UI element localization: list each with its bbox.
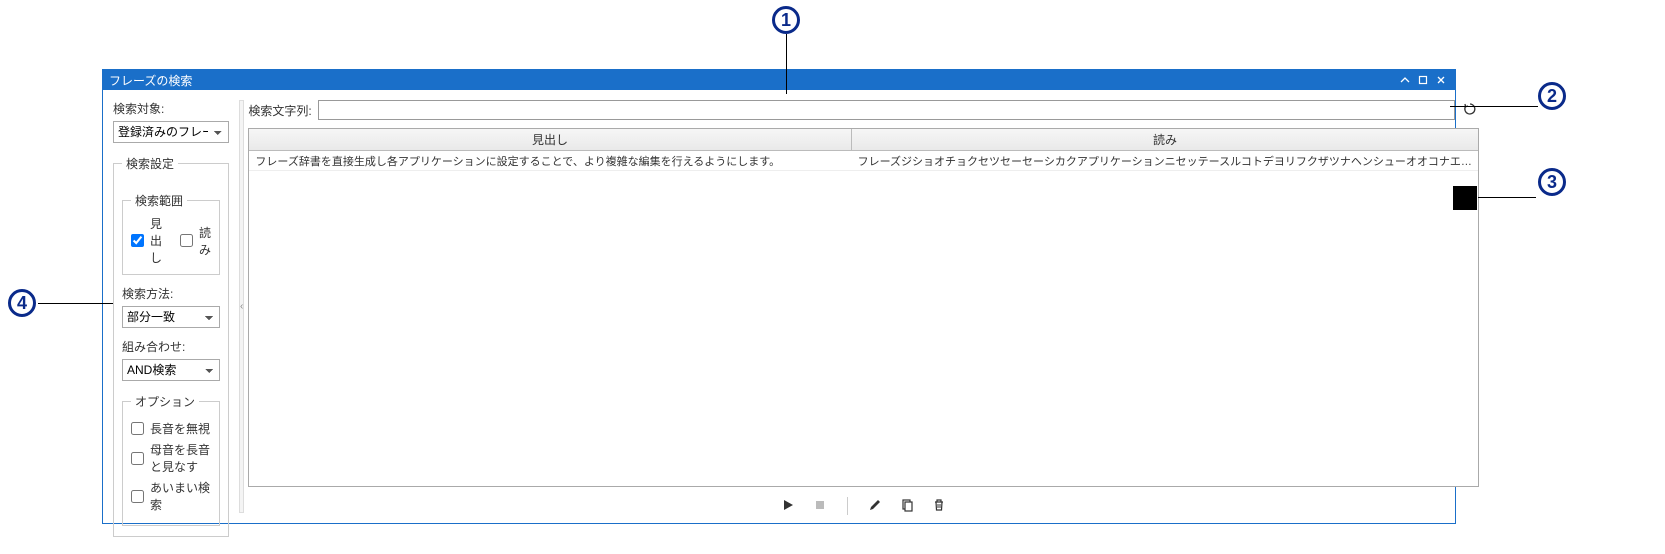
stop-icon	[814, 499, 826, 514]
phrase-search-window: フレーズの検索 検索対象: 登録済みのフレーズ 検索設定 検索範囲	[102, 69, 1456, 524]
callout-number-1: 1	[772, 6, 800, 34]
play-icon	[781, 498, 795, 515]
window-minimize-button[interactable]	[1397, 73, 1413, 87]
scope-midashi-checkbox[interactable]: 見出し	[131, 215, 162, 266]
opt-boin-checkbox[interactable]: 母音を長音と見なす	[131, 441, 211, 475]
refresh-button[interactable]	[1461, 101, 1479, 119]
search-target-label: 検索対象:	[113, 100, 229, 117]
scope-yomi-checkbox[interactable]: 読み	[180, 224, 211, 258]
column-header-yomi[interactable]: 読み	[852, 129, 1479, 150]
opt-boin-input[interactable]	[131, 452, 144, 465]
search-scope-legend: 検索範囲	[131, 192, 187, 209]
copy-button[interactable]	[898, 497, 916, 515]
search-scope-fieldset: 検索範囲 見出し 読み	[122, 192, 220, 275]
window-title: フレーズの検索	[109, 72, 1397, 89]
opt-boin-label: 母音を長音と見なす	[150, 441, 211, 475]
combination-select[interactable]: AND検索	[122, 359, 220, 381]
search-method-label: 検索方法:	[122, 285, 220, 302]
cell-yomi: フレーズジショオチョクセツセーセーシカクアプリケーションニセッテースルコトデヨリ…	[852, 151, 1479, 171]
scope-midashi-label: 見出し	[150, 215, 162, 266]
callout-line-2	[1450, 106, 1538, 107]
table-row[interactable]: フレーズ辞書を直接生成し各アプリケーションに設定することで、より複雑な編集を行え…	[249, 151, 1478, 171]
cell-midashi: フレーズ辞書を直接生成し各アプリケーションに設定することで、より複雑な編集を行え…	[249, 151, 851, 171]
options-fieldset: オプション 長音を無視 母音を長音と見なす あいまい検索	[122, 393, 220, 526]
callout-line-3	[1478, 197, 1536, 198]
opt-chouon-input[interactable]	[131, 422, 144, 435]
search-string-input[interactable]	[318, 100, 1456, 120]
results-header: 見出し 読み	[249, 129, 1478, 151]
callout-number-4: 4	[8, 289, 36, 317]
titlebar[interactable]: フレーズの検索	[103, 70, 1455, 90]
right-results-pane: 検索文字列: 見出し 読み フレーズ辞書を直接生成し各アプリケーションに設定する…	[248, 90, 1489, 523]
toolbar-divider	[847, 497, 848, 515]
opt-chouon-label: 長音を無視	[150, 420, 210, 437]
callout-number-3: 3	[1538, 168, 1566, 196]
window-maximize-button[interactable]	[1415, 73, 1431, 87]
chevron-left-icon: ‹	[240, 301, 243, 312]
combination-label: 組み合わせ:	[122, 338, 220, 355]
callout-line-1	[786, 34, 787, 94]
bottom-toolbar	[248, 487, 1479, 523]
copy-icon	[900, 498, 914, 515]
callout-marker-square	[1453, 186, 1477, 210]
pane-splitter[interactable]: ‹	[239, 100, 244, 513]
callout-number-2: 2	[1538, 82, 1566, 110]
opt-aimai-label: あいまい検索	[150, 479, 211, 513]
column-header-midashi[interactable]: 見出し	[249, 129, 851, 150]
scope-midashi-input[interactable]	[131, 234, 144, 247]
pencil-icon	[868, 498, 882, 515]
window-close-button[interactable]	[1433, 73, 1449, 87]
trash-icon	[932, 498, 946, 515]
search-method-select[interactable]: 部分一致	[122, 306, 220, 328]
delete-button[interactable]	[930, 497, 948, 515]
edit-button[interactable]	[866, 497, 884, 515]
refresh-icon	[1463, 102, 1477, 119]
callout-line-4	[38, 303, 113, 304]
search-string-label: 検索文字列:	[248, 102, 311, 119]
search-settings-legend: 検索設定	[122, 155, 178, 172]
opt-aimai-input[interactable]	[131, 490, 144, 503]
left-settings-pane: 検索対象: 登録済みのフレーズ 検索設定 検索範囲 見出し 読み	[103, 90, 237, 523]
opt-chouon-checkbox[interactable]: 長音を無視	[131, 420, 211, 437]
opt-aimai-checkbox[interactable]: あいまい検索	[131, 479, 211, 513]
scope-yomi-label: 読み	[199, 224, 211, 258]
results-table: 見出し 読み フレーズ辞書を直接生成し各アプリケーションに設定することで、より複…	[248, 128, 1479, 487]
play-button[interactable]	[779, 497, 797, 515]
search-target-select[interactable]: 登録済みのフレーズ	[113, 121, 229, 143]
stop-button[interactable]	[811, 497, 829, 515]
search-settings-fieldset: 検索設定 検索範囲 見出し 読み 検索方法:	[113, 155, 229, 537]
options-legend: オプション	[131, 393, 199, 410]
scope-yomi-input[interactable]	[180, 234, 193, 247]
